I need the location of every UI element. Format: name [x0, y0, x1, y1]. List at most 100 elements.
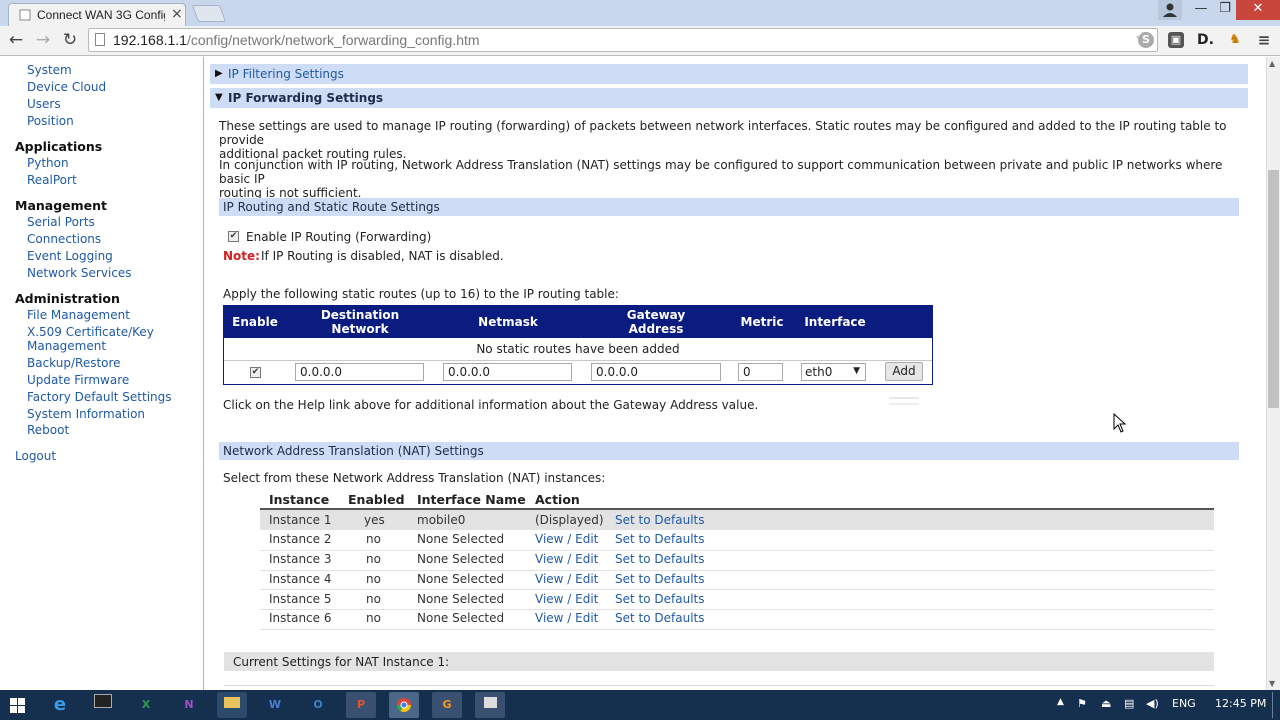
- excel-icon[interactable]: X: [131, 692, 161, 718]
- nat-row-2-instance: Instance 2: [269, 532, 332, 546]
- destination-network-input[interactable]: 0.0.0.0: [295, 363, 424, 381]
- sidebar-item-connections[interactable]: Connections: [27, 232, 101, 246]
- nat-row-3-enabled: no: [366, 552, 381, 566]
- windows-start-icon[interactable]: [10, 698, 25, 713]
- nat-row-4-interface: None Selected: [417, 572, 505, 586]
- nat-row-4-view-edit-link[interactable]: View / Edit: [535, 572, 598, 586]
- d-extension-icon[interactable]: D.: [1197, 32, 1214, 48]
- close-window-icon[interactable]: ✕: [1236, 0, 1280, 20]
- nat-col-instance: Instance: [269, 492, 330, 507]
- ip-forwarding-section-bar[interactable]: ▼ IP Forwarding Settings: [210, 88, 1248, 108]
- nat-subsection-bar: Network Address Translation (NAT) Settin…: [219, 442, 1239, 460]
- page-favicon-icon: [19, 9, 31, 21]
- reload-icon[interactable]: ↻: [59, 30, 81, 52]
- page-info-icon[interactable]: [95, 33, 105, 46]
- new-tab-button[interactable]: [191, 5, 227, 22]
- tray-flag-icon[interactable]: ⚑: [1077, 697, 1087, 710]
- sidebar-item-system-information[interactable]: System Information: [27, 407, 145, 421]
- add-route-button[interactable]: Add: [885, 362, 923, 381]
- nat-row-6-view-edit-link[interactable]: View / Edit: [535, 611, 598, 625]
- scroll-up-icon[interactable]: ▲: [1269, 59, 1275, 68]
- gateway-address-input[interactable]: 0.0.0.0: [591, 363, 721, 381]
- word-icon[interactable]: W: [260, 692, 290, 718]
- enable-ip-routing-checkbox[interactable]: ✔: [228, 231, 239, 242]
- internet-explorer-icon[interactable]: e: [45, 692, 75, 718]
- sidebar-item-factory-defaults[interactable]: Factory Default Settings: [27, 390, 172, 404]
- ip-filtering-title[interactable]: IP Filtering Settings: [228, 67, 344, 81]
- bell-extension-icon[interactable]: ♞: [1227, 32, 1243, 48]
- command-prompt-icon[interactable]: [88, 692, 118, 718]
- tray-network-icon[interactable]: ▤: [1124, 697, 1134, 710]
- route-enable-checkbox[interactable]: ✔: [250, 367, 261, 378]
- url-text: 192.168.1.1/config/network/network_forwa…: [113, 32, 480, 48]
- tray-expand-icon[interactable]: ▲: [1057, 697, 1064, 707]
- forward-icon[interactable]: →: [32, 30, 54, 52]
- app-g-icon[interactable]: G: [432, 692, 462, 718]
- show-desktop-icon[interactable]: [1272, 692, 1273, 718]
- nat-row-6-interface: None Selected: [417, 611, 505, 625]
- col-interface: Interface: [804, 315, 866, 329]
- sidebar-item-users[interactable]: Users: [27, 97, 61, 111]
- onenote-icon[interactable]: N: [174, 692, 204, 718]
- sidebar-item-x509-certificate[interactable]: X.509 Certificate/Key: [27, 325, 154, 339]
- scroll-down-icon[interactable]: ▼: [1269, 679, 1275, 688]
- nat-row-4-set-defaults-link[interactable]: Set to Defaults: [615, 572, 704, 586]
- sidebar-item-system[interactable]: System: [27, 63, 72, 77]
- nat-row-3-set-defaults-link[interactable]: Set to Defaults: [615, 552, 704, 566]
- sidebar-item-event-logging[interactable]: Event Logging: [27, 249, 113, 263]
- help-underline-mark-2: [889, 403, 919, 405]
- chrome-menu-icon[interactable]: ≡: [1256, 32, 1272, 48]
- nat-row-1-instance: Instance 1: [269, 513, 332, 527]
- sidebar-item-x509-certificate-line2[interactable]: Management: [27, 339, 106, 353]
- tray-usb-icon[interactable]: ⏏: [1101, 697, 1111, 710]
- nat-row-2-view-edit-link[interactable]: View / Edit: [535, 532, 598, 546]
- metric-input[interactable]: 0: [738, 363, 783, 381]
- nat-row-5-set-defaults-link[interactable]: Set to Defaults: [615, 592, 704, 606]
- outlook-icon[interactable]: O: [303, 692, 333, 718]
- col-destination-1: Destination: [320, 308, 400, 322]
- sidebar-item-update-firmware[interactable]: Update Firmware: [27, 373, 129, 387]
- static-routes-header: Enable Destination Network Netmask Gatew…: [224, 306, 932, 338]
- tab-close-icon[interactable]: ×: [171, 6, 183, 22]
- netmask-input[interactable]: 0.0.0.0: [443, 363, 572, 381]
- sidebar-item-python[interactable]: Python: [27, 156, 69, 170]
- restore-icon[interactable]: ❐: [1214, 0, 1236, 20]
- file-explorer-icon[interactable]: [217, 692, 247, 718]
- sidebar-item-device-cloud[interactable]: Device Cloud: [27, 80, 106, 94]
- user-profile-icon[interactable]: [1158, 0, 1182, 20]
- ip-forwarding-title[interactable]: IP Forwarding Settings: [228, 91, 383, 105]
- row-divider: [260, 570, 1214, 571]
- sidebar-item-realport[interactable]: RealPort: [27, 173, 77, 187]
- nat-row-5-view-edit-link[interactable]: View / Edit: [535, 592, 598, 606]
- sidebar-item-file-management[interactable]: File Management: [27, 308, 130, 322]
- chrome-icon[interactable]: [389, 692, 419, 718]
- back-icon[interactable]: ←: [5, 30, 27, 52]
- current-settings-title: Current Settings for NAT Instance 1:: [233, 655, 450, 669]
- sidebar-item-logout[interactable]: Logout: [15, 449, 56, 463]
- address-bar[interactable]: 192.168.1.1/config/network/network_forwa…: [88, 28, 1158, 52]
- ip-filtering-section-bar[interactable]: ▶ IP Filtering Settings: [210, 64, 1248, 84]
- tray-clock[interactable]: 12:45 PM: [1215, 697, 1266, 710]
- skype-extension-icon[interactable]: S: [1138, 32, 1154, 48]
- nat-row-1-set-defaults-link[interactable]: Set to Defaults: [615, 513, 704, 527]
- powerpoint-icon[interactable]: P: [346, 692, 376, 718]
- sidebar-item-reboot[interactable]: Reboot: [27, 423, 69, 437]
- browser-tab-active[interactable]: Connect WAN 3G Configu ×: [8, 3, 186, 26]
- interface-select[interactable]: eth0 ▼: [801, 363, 866, 381]
- window-app-icon[interactable]: [475, 692, 505, 718]
- tray-volume-icon[interactable]: ◀): [1146, 697, 1159, 710]
- sidebar-item-backup-restore[interactable]: Backup/Restore: [27, 356, 121, 370]
- nat-row-6-instance: Instance 6: [269, 611, 332, 625]
- minimize-icon[interactable]: —: [1188, 0, 1214, 20]
- nat-row-2-interface: None Selected: [417, 532, 505, 546]
- tray-language[interactable]: ENG: [1172, 697, 1196, 710]
- sidebar-item-serial-ports[interactable]: Serial Ports: [27, 215, 95, 229]
- sidebar-item-network-services[interactable]: Network Services: [27, 266, 132, 280]
- expand-triangle-icon: ▶: [215, 68, 223, 79]
- nat-row-6-set-defaults-link[interactable]: Set to Defaults: [615, 611, 704, 625]
- nat-row-3-view-edit-link[interactable]: View / Edit: [535, 552, 598, 566]
- nat-row-2-set-defaults-link[interactable]: Set to Defaults: [615, 532, 704, 546]
- shield-extension-icon[interactable]: ▣: [1168, 32, 1184, 48]
- scrollbar-thumb[interactable]: [1268, 170, 1279, 408]
- sidebar-item-position[interactable]: Position: [27, 114, 74, 128]
